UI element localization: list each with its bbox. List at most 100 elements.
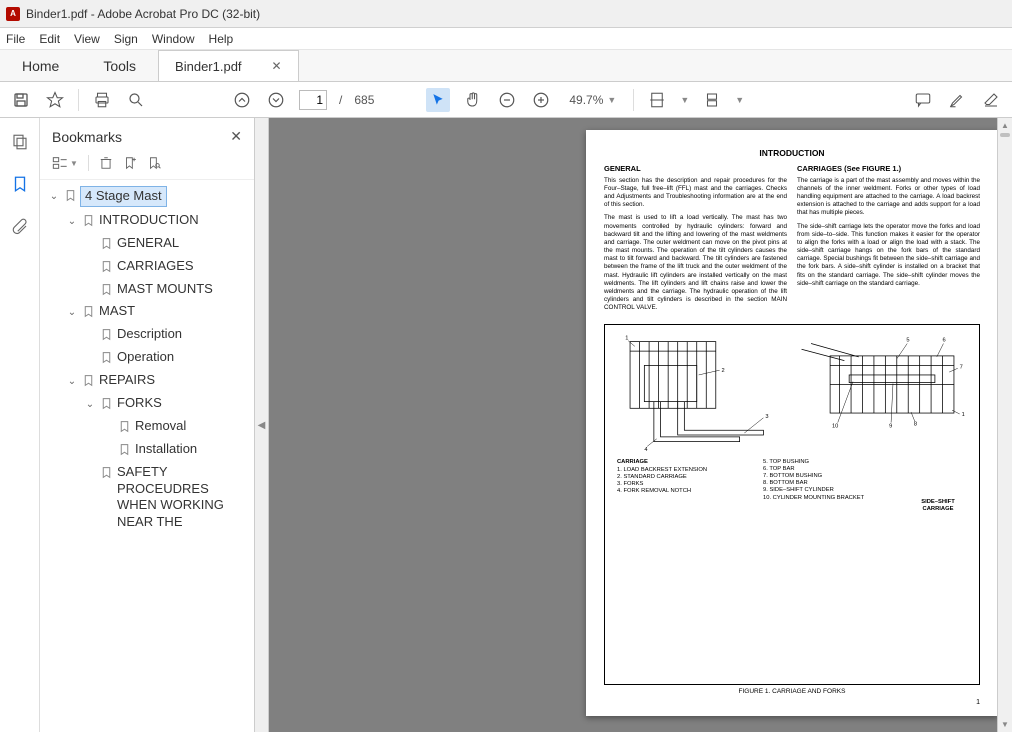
- chevron-down-icon[interactable]: ▼: [735, 95, 744, 105]
- zoom-in-icon[interactable]: [530, 89, 552, 111]
- fit-width-icon[interactable]: [646, 89, 668, 111]
- left-rail: [0, 118, 40, 732]
- figure-right-title: SIDE–SHIFT CARRIAGE: [909, 499, 967, 513]
- svg-text:1: 1: [962, 411, 965, 417]
- bookmark-label: GENERAL: [117, 235, 179, 252]
- bookmark-label: FORKS: [117, 395, 162, 412]
- attachments-icon[interactable]: [8, 214, 32, 238]
- figure-left-title: CARRIAGE: [617, 459, 751, 466]
- menu-window[interactable]: Window: [152, 32, 195, 46]
- bookmark-item[interactable]: ⌄INTRODUCTION: [46, 209, 250, 232]
- search-icon[interactable]: [125, 89, 147, 111]
- bookmark-item[interactable]: ⌄ MAST: [46, 300, 250, 323]
- panel-collapse-handle[interactable]: ◀: [255, 118, 269, 732]
- chevron-down-icon[interactable]: ▼: [680, 95, 689, 105]
- bookmarks-icon[interactable]: [8, 172, 32, 196]
- zoom-value: 49.7%: [569, 93, 603, 107]
- menu-file[interactable]: File: [6, 32, 25, 46]
- page-up-icon[interactable]: [231, 89, 253, 111]
- body-text: The carriage is a part of the mast assem…: [797, 177, 980, 218]
- bookmark-item[interactable]: GENERAL: [46, 232, 250, 255]
- bookmarks-close-icon[interactable]: ✕: [230, 128, 242, 145]
- bookmark-delete-icon[interactable]: [99, 155, 113, 171]
- toolbar: / 685 49.7% ▼ ▼ ▼: [0, 82, 1012, 118]
- tab-close-icon[interactable]: ✕: [272, 59, 282, 73]
- selection-tool-icon[interactable]: [426, 88, 450, 112]
- bookmarks-tree: ⌄4 Stage Mast⌄INTRODUCTION GENERAL CARRIAG…: [40, 180, 254, 732]
- comment-icon[interactable]: [912, 89, 934, 111]
- bookmark-label: CARRIAGES: [117, 258, 194, 275]
- tab-home[interactable]: Home: [0, 50, 81, 81]
- bookmark-item[interactable]: Operation: [46, 346, 250, 369]
- chevron-icon[interactable]: ⌄: [84, 398, 96, 411]
- bookmark-item[interactable]: ⌄ FORKS: [46, 392, 250, 415]
- chevron-icon[interactable]: ⌄: [66, 306, 78, 319]
- bookmark-item[interactable]: CARRIAGES: [46, 255, 250, 278]
- bookmark-find-icon[interactable]: [147, 155, 161, 171]
- svg-text:2: 2: [722, 368, 725, 374]
- chevron-icon[interactable]: ⌄: [48, 190, 60, 203]
- scroll-thumb[interactable]: [1000, 133, 1010, 137]
- vertical-scrollbar[interactable]: ▲ ▼: [997, 118, 1012, 732]
- section-heading-general: GENERAL: [604, 164, 787, 174]
- svg-text:9: 9: [889, 423, 892, 429]
- bookmark-item[interactable]: Installation: [46, 438, 250, 461]
- hand-tool-icon[interactable]: [462, 89, 484, 111]
- svg-text:10: 10: [832, 423, 838, 429]
- pdf-page: INTRODUCTION GENERAL This section has th…: [586, 130, 998, 716]
- scroll-mode-icon[interactable]: [701, 89, 723, 111]
- menu-edit[interactable]: Edit: [39, 32, 60, 46]
- star-icon[interactable]: [44, 89, 66, 111]
- page-down-icon[interactable]: [265, 89, 287, 111]
- tab-document-label: Binder1.pdf: [175, 59, 242, 74]
- page-number-input[interactable]: [299, 90, 327, 110]
- figure-1: 1 2 3 4: [604, 324, 980, 686]
- chevron-icon[interactable]: ⌄: [66, 215, 78, 228]
- bookmark-item[interactable]: ⌄4 Stage Mast: [46, 184, 250, 209]
- chevron-icon[interactable]: ⌄: [66, 375, 78, 388]
- body-text: This section has the description and rep…: [604, 177, 787, 210]
- save-icon[interactable]: [10, 89, 32, 111]
- menubar: File Edit View Sign Window Help: [0, 28, 1012, 50]
- svg-text:3: 3: [765, 413, 768, 419]
- bookmark-add-icon[interactable]: [123, 155, 137, 171]
- page-total: 685: [354, 93, 374, 107]
- bookmark-label: SAFETY PROCEUDRES WHEN WORKING NEAR THE: [117, 464, 248, 532]
- menu-help[interactable]: Help: [209, 32, 234, 46]
- triangle-left-icon: ◀: [258, 420, 266, 431]
- bookmark-options-icon[interactable]: ▼: [52, 156, 78, 170]
- zoom-out-icon[interactable]: [496, 89, 518, 111]
- window-title: Binder1.pdf - Adobe Acrobat Pro DC (32-b…: [26, 7, 260, 21]
- erase-icon[interactable]: [980, 89, 1002, 111]
- scroll-down-icon[interactable]: ▼: [998, 717, 1012, 732]
- thumbnails-icon[interactable]: [8, 130, 32, 154]
- zoom-select[interactable]: 49.7% ▼: [564, 90, 621, 110]
- bookmark-label: Description: [117, 326, 182, 343]
- bookmark-label: Operation: [117, 349, 174, 366]
- menu-view[interactable]: View: [74, 32, 100, 46]
- bookmarks-toolbar: ▼: [40, 151, 254, 180]
- bookmark-label: MAST: [99, 303, 135, 320]
- section-heading-carriages: CARRIAGES (See FIGURE 1.): [797, 164, 980, 174]
- scroll-up-icon[interactable]: ▲: [998, 118, 1012, 133]
- figure-caption: FIGURE 1. CARRIAGE AND FORKS: [604, 688, 980, 695]
- bookmark-item[interactable]: Description: [46, 323, 250, 346]
- chevron-down-icon: ▼: [607, 95, 616, 105]
- tab-tools[interactable]: Tools: [81, 50, 158, 81]
- bookmark-item[interactable]: Removal: [46, 415, 250, 438]
- print-icon[interactable]: [91, 89, 113, 111]
- bookmark-item[interactable]: SAFETY PROCEUDRES WHEN WORKING NEAR THE: [46, 461, 250, 535]
- menu-sign[interactable]: Sign: [114, 32, 138, 46]
- figure-diagram: 1 2 3 4: [611, 329, 973, 459]
- body-text: The mast is used to lift a load vertical…: [604, 214, 787, 312]
- bookmarks-scroll[interactable]: ⌄4 Stage Mast⌄INTRODUCTION GENERAL CARRIAG…: [40, 180, 254, 732]
- bookmark-item[interactable]: ⌄ REPAIRS: [46, 369, 250, 392]
- document-viewport[interactable]: INTRODUCTION GENERAL This section has th…: [269, 118, 1012, 732]
- page-number: 1: [604, 699, 980, 706]
- bookmark-label: Installation: [135, 441, 197, 458]
- bookmark-label: REPAIRS: [99, 372, 155, 389]
- bookmark-item[interactable]: MAST MOUNTS: [46, 278, 250, 301]
- highlight-icon[interactable]: [946, 89, 968, 111]
- page-heading: INTRODUCTION: [604, 148, 980, 158]
- tab-document[interactable]: Binder1.pdf ✕: [159, 50, 299, 81]
